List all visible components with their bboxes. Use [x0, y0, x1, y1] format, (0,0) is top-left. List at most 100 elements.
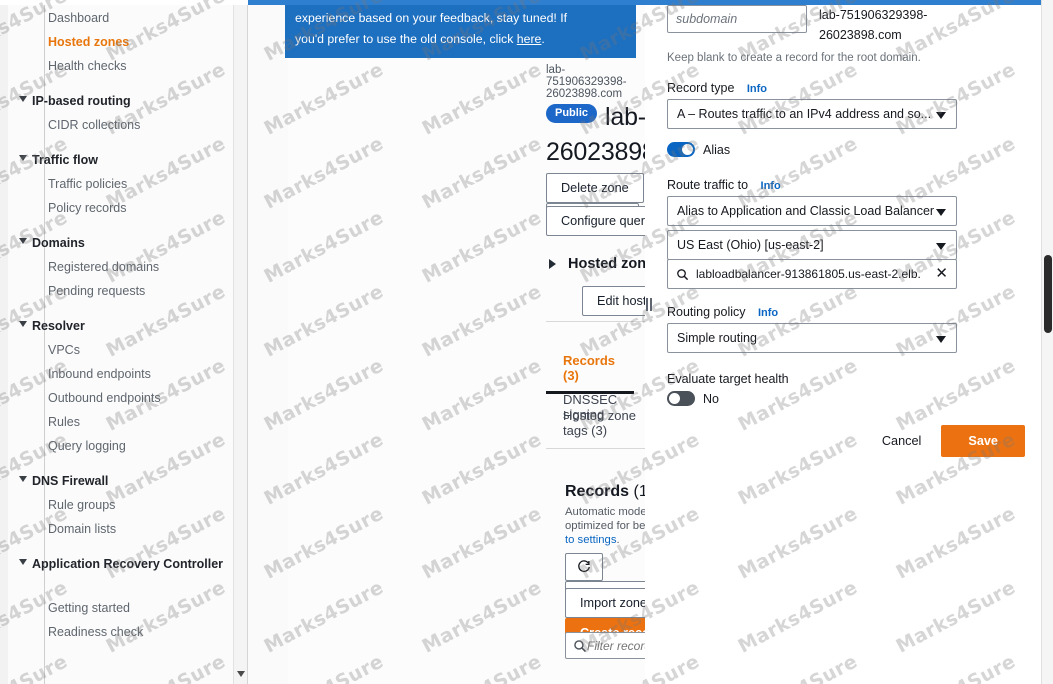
record-type-value: A – Routes traffic to an IPv4 address an… [677, 107, 932, 121]
sidebar-item-hosted-zones[interactable]: Hosted zones [0, 28, 247, 52]
route-traffic-label-row: Route traffic to Info [667, 176, 781, 197]
hosted-zone-detail-panel: experience based on your feedback, stay … [248, 0, 645, 684]
sidebar-item-cidr-collections-label: CIDR collections [48, 118, 141, 132]
scrollbar-thumb[interactable] [1044, 255, 1052, 333]
panel-resize-handle[interactable] [645, 0, 657, 684]
banner-line-2-pre: you'd prefer to use the old console, cli… [295, 32, 517, 46]
page-title-row: Publiclab-751906329398-26023898.com Info [546, 100, 645, 170]
sidebar-item-health-checks[interactable]: Health checks [0, 52, 247, 76]
record-type-label-row: Record type Info [667, 79, 767, 100]
sidebar-item-policy-records[interactable]: Policy records [0, 194, 247, 218]
sidebar-group-dns-firewall[interactable]: DNS Firewall [0, 467, 247, 491]
clear-icon[interactable]: ✕ [935, 266, 948, 282]
record-name-domain-suffix: lab-751906329398-26023898.com [819, 8, 928, 42]
sidebar-item-pending-requests-label: Pending requests [48, 284, 146, 298]
alias-label: Alias [703, 142, 731, 157]
route-traffic-label: Route traffic to [667, 178, 749, 192]
sidebar-scrollbar[interactable] [233, 0, 247, 684]
sidebar-item-rules[interactable]: Rules [0, 408, 247, 432]
records-description-post: . [616, 534, 620, 546]
sidebar-item-traffic-policies-label: Traffic policies [48, 177, 128, 191]
old-console-link[interactable]: here [517, 32, 542, 46]
import-zone-file-button[interactable]: Import zone file [565, 588, 645, 618]
caret-down-icon [19, 155, 27, 161]
banner-line-2-post: . [541, 32, 545, 46]
divider-after-tabs [546, 448, 645, 449]
endpoint-search-input[interactable]: labloadbalancer-913861805.us-east-2.elb.… [667, 259, 957, 289]
evaluate-target-health-value: No [703, 391, 719, 406]
filter-records-input-wrapper[interactable] [565, 632, 645, 659]
routing-policy-info-link[interactable]: Info [758, 307, 778, 319]
refresh-icon [578, 560, 590, 573]
sidebar-item-outbound-endpoints[interactable]: Outbound endpoints [0, 384, 247, 408]
record-type-info-link[interactable]: Info [747, 83, 767, 95]
sidebar-item-hosted-zones-label: Hosted zones [48, 35, 130, 49]
sidebar-item-vpcs-label: VPCs [48, 343, 80, 357]
alias-toggle[interactable] [667, 142, 695, 157]
sidebar-item-list: Dashboard Hosted zones Health checks IP-bas… [0, 4, 247, 642]
sidebar-group-traffic-flow[interactable]: Traffic flow [0, 146, 247, 170]
breadcrumb[interactable]: lab-751906329398-26023898.com [546, 64, 645, 100]
banner-line-2: you'd prefer to use the old console, cli… [295, 29, 624, 50]
route-target-type-select[interactable]: Alias to Application and Classic Load Ba… [667, 196, 957, 226]
sidebar-item-rule-groups-label: Rule groups [48, 498, 116, 512]
configure-query-logging-button[interactable]: Configure query logging [546, 206, 645, 236]
record-name-row: subdomain lab-751906329398-26023898.com [667, 5, 939, 45]
evaluate-target-health-toggle-row[interactable]: No [667, 391, 719, 406]
tab-hosted-zone-tags[interactable]: Hosted zone tags (3) [563, 408, 645, 438]
sidebar-item-cidr-collections[interactable]: CIDR collections [0, 111, 247, 135]
refresh-button[interactable] [565, 553, 603, 581]
region-value: US East (Ohio) [us-east-2] [677, 238, 824, 252]
filter-records-input[interactable] [587, 638, 645, 653]
hosted-zone-details-toggle[interactable]: Hosted zone details [546, 256, 645, 272]
record-type-select[interactable]: A – Routes traffic to an IPv4 address an… [667, 99, 957, 129]
sidebar-item-inbound-endpoints[interactable]: Inbound endpoints [0, 360, 247, 384]
routing-policy-select[interactable]: Simple routing [667, 323, 957, 353]
tab-records[interactable]: Records (3) [545, 353, 635, 394]
sidebar-item-registered-domains-label: Registered domains [48, 260, 160, 274]
sidebar-group-ip-based-routing[interactable]: IP-based routing [0, 87, 247, 111]
record-name-input[interactable]: subdomain [667, 5, 807, 33]
sidebar-item-pending-requests[interactable]: Pending requests [0, 277, 247, 301]
sidebar-group-ip-based-routing-label: IP-based routing [32, 94, 131, 108]
sidebar-item-dashboard[interactable]: Dashboard [0, 4, 247, 28]
sidebar-group-domains-label: Domains [32, 236, 85, 250]
sidebar-item-query-logging[interactable]: Query logging [0, 432, 247, 456]
middle-left-gutter [248, 0, 288, 684]
sidebar-item-vpcs[interactable]: VPCs [0, 336, 247, 360]
sidebar-item-rule-groups[interactable]: Rule groups [0, 491, 247, 515]
sidebar-item-readiness-check-label: Readiness check [48, 625, 144, 639]
sidebar-group-domains[interactable]: Domains [0, 229, 247, 253]
route-traffic-info-link[interactable]: Info [761, 180, 781, 192]
divider-after-details [546, 321, 645, 322]
page-scrollbar[interactable] [1041, 0, 1053, 684]
sidebar-item-rules-label: Rules [48, 415, 80, 429]
edit-hosted-zone-button[interactable]: Edit hosted zone [582, 286, 645, 316]
sidebar-item-getting-started[interactable]: Getting started [0, 594, 247, 618]
scroll-down-arrow-icon[interactable] [237, 671, 245, 677]
hosted-zone-details-section: Hosted zone details [546, 256, 645, 272]
delete-zone-button[interactable]: Delete zone [546, 173, 644, 203]
sidebar-group-application-recovery-controller[interactable]: Application Recovery Controller [0, 550, 247, 594]
cancel-button[interactable]: Cancel [882, 434, 922, 448]
evaluate-target-health-toggle[interactable] [667, 391, 695, 406]
alias-toggle-row[interactable]: Alias [667, 142, 730, 157]
top-blue-strip [0, 0, 1053, 5]
save-button[interactable]: Save [941, 425, 1025, 457]
sidebar-item-readiness-check[interactable]: Readiness check [0, 618, 247, 642]
sidebar-item-domain-lists[interactable]: Domain lists [0, 515, 247, 539]
region-select[interactable]: US East (Ohio) [us-east-2] [667, 230, 957, 260]
sidebar-item-domain-lists-label: Domain lists [48, 522, 117, 536]
routing-policy-label-row: Routing policy Info [667, 303, 778, 324]
sidebar-item-health-checks-label: Health checks [48, 59, 127, 73]
sidebar-item-registered-domains[interactable]: Registered domains [0, 253, 247, 277]
records-description-pre: Automatic mode is the current search beh… [565, 506, 645, 532]
chevron-right-icon [549, 259, 556, 269]
resize-grip-icon [646, 298, 652, 311]
create-record-form-panel: subdomain lab-751906329398-26023898.com … [657, 0, 1053, 684]
sidebar-item-traffic-policies[interactable]: Traffic policies [0, 170, 247, 194]
sidebar-group-resolver[interactable]: Resolver [0, 312, 247, 336]
chevron-down-icon [936, 336, 946, 343]
records-section-header: Records (1/3) Info Automatic mode is the… [565, 483, 645, 547]
sidebar-group-traffic-flow-label: Traffic flow [32, 153, 98, 167]
